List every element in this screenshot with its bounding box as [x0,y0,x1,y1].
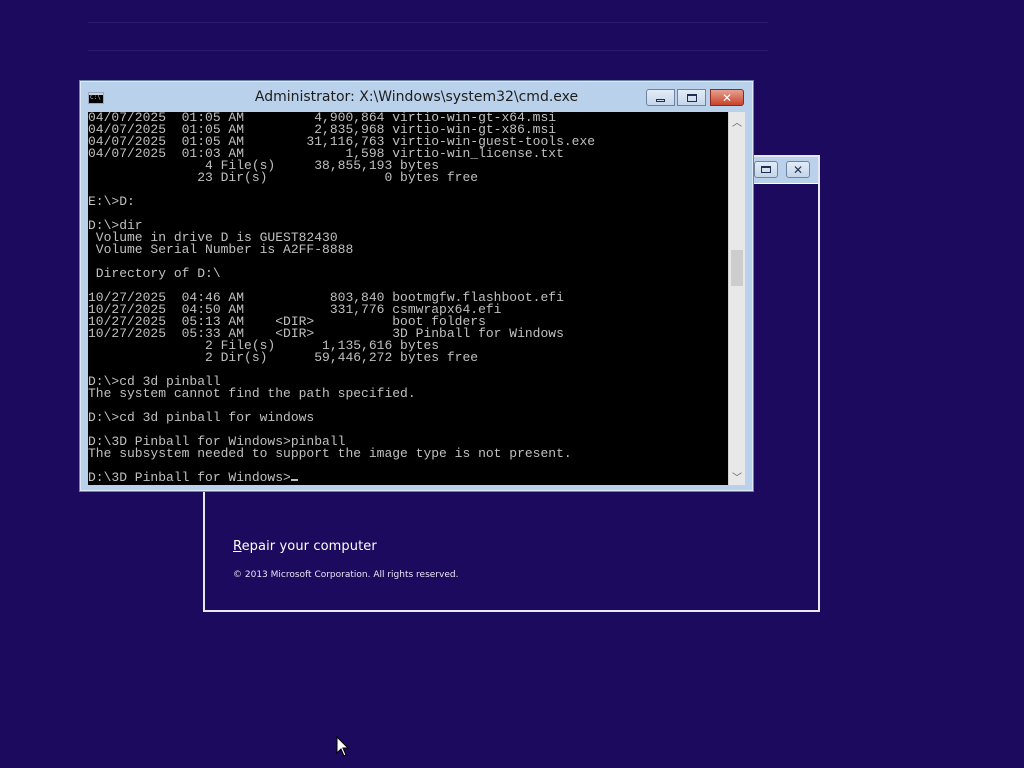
console-output[interactable]: 04/07/2025 01:05 AM 4,900,864 virtio-win… [88,112,728,485]
minimize-button[interactable] [646,89,675,106]
console-line: Directory of D:\ [95,266,221,281]
cmd-window[interactable]: Administrator: X:\Windows\system32\cmd.e… [79,80,754,492]
maximize-button[interactable] [677,89,706,106]
repair-link-accelerator: R [233,539,242,554]
divider [88,22,768,23]
repair-link-label: epair your computer [241,539,377,554]
scroll-up-button[interactable]: ︿ [729,113,745,129]
chevron-down-icon: ﹀ [732,472,742,484]
setup-maximize-button[interactable] [754,161,778,178]
cmd-titlebar[interactable]: Administrator: X:\Windows\system32\cmd.e… [80,81,753,112]
console-lines: 04/07/2025 01:05 AM 4,900,864 virtio-win… [88,112,595,461]
vertical-scrollbar[interactable]: ︿ ﹀ [728,112,745,485]
maximize-icon [761,166,771,173]
close-icon: ✕ [792,162,804,177]
mouse-pointer-icon [336,736,350,757]
console-text: 04/07/2025 01:05 AM 4,900,864 virtio-win… [88,112,595,484]
console-line: 2 Dir(s) 59,446,272 bytes free [205,350,479,365]
console-line: The system cannot find the path specifie… [88,386,416,401]
repair-your-computer-link[interactable]: Repair your computer [233,539,377,554]
desktop: ✕ Repair your computer © 2013 Microsoft … [0,0,1024,768]
divider [88,50,768,51]
command-prompt: D:\3D Pinball for Windows> [88,470,291,485]
close-icon: ✕ [721,90,733,105]
text-cursor [290,479,298,481]
minimize-icon [656,99,665,102]
close-button[interactable]: ✕ [710,89,744,106]
maximize-icon [686,93,697,102]
console-line: The subsystem needed to support the imag… [88,446,572,461]
console-line: 23 Dir(s) 0 bytes free [197,170,479,185]
console-line: D:\>cd 3d pinball for windows [88,410,315,425]
setup-close-button[interactable]: ✕ [786,161,810,178]
console-line: Volume Serial Number is A2FF-8888 [95,242,354,257]
copyright-text: © 2013 Microsoft Corporation. All rights… [233,570,459,580]
console-line: E:\>D: [88,194,135,209]
chevron-up-icon: ︿ [732,117,742,129]
scroll-thumb[interactable] [731,250,743,286]
scroll-down-button[interactable]: ﹀ [729,468,745,484]
